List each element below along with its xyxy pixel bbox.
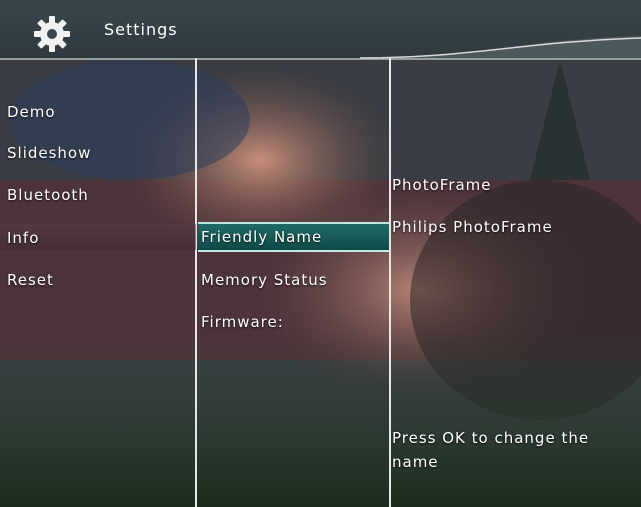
- menu-item-info[interactable]: Info: [7, 229, 39, 247]
- device-label: PhotoFrame: [392, 176, 492, 194]
- title-bar: Settings: [0, 0, 641, 60]
- menu-item-bluetooth[interactable]: Bluetooth: [7, 186, 89, 204]
- help-text: Press OK to change the name: [392, 426, 632, 474]
- screen-title: Settings: [104, 20, 178, 39]
- submenu-item-memory-status[interactable]: Memory Status: [201, 271, 328, 289]
- help-line-2: name: [392, 453, 439, 471]
- help-line-1: Press OK to change the: [392, 429, 590, 447]
- menu-item-demo[interactable]: Demo: [7, 103, 56, 121]
- gear-icon: [34, 16, 70, 52]
- menu-item-reset[interactable]: Reset: [7, 271, 54, 289]
- column-divider-2: [389, 58, 391, 507]
- header-swoosh: [0, 36, 641, 60]
- column-divider-1: [195, 58, 197, 507]
- photo-frame-screen: Settings Demo Slideshow Bluetooth Info R…: [0, 0, 641, 507]
- submenu-item-firmware[interactable]: Firmware:: [201, 313, 284, 331]
- submenu-item-friendly-name[interactable]: Friendly Name: [201, 228, 322, 246]
- menu-item-slideshow[interactable]: Slideshow: [7, 144, 91, 162]
- friendly-name-value: Philips PhotoFrame: [392, 218, 553, 236]
